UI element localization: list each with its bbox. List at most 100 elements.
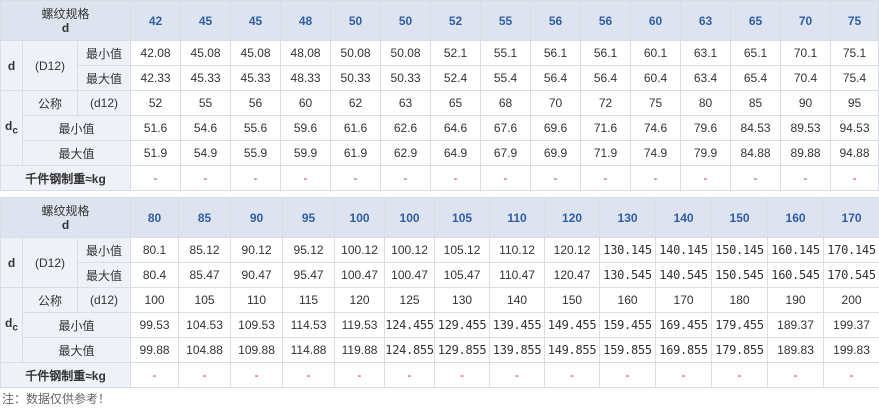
d-max-cell: 60.4 — [630, 65, 682, 91]
d-min-cell: 55.1 — [480, 40, 532, 66]
d-min-cell: 42.08 — [130, 40, 182, 66]
d-max-cell: 55.4 — [480, 65, 532, 91]
d-min-cell: 170.145 — [823, 237, 879, 263]
dc-max-cell: 114.88 — [282, 337, 336, 363]
weight-cell: - — [780, 165, 832, 191]
size-cell: 160 — [767, 197, 825, 238]
weight-cell: - — [230, 165, 282, 191]
min-label: 最小值 — [76, 40, 132, 66]
thread-spec-header: 螺纹规格 d — [0, 197, 132, 238]
dc-max-cell: 55.9 — [230, 140, 282, 166]
weight-cell: - — [599, 362, 657, 388]
size-cell: 50 — [380, 0, 432, 41]
d-min-row: d (D12) 最小值 42.08 45.08 45.08 48.08 50.0… — [0, 40, 879, 91]
d-min-cell: 140.145 — [655, 237, 713, 263]
dc-min-cell: 89.53 — [780, 115, 832, 141]
dc-nominal-cell: 80 — [680, 90, 732, 116]
dc-max-cell: 99.88 — [130, 337, 180, 363]
size-cell: 52 — [430, 0, 482, 41]
weight-cell: - — [630, 165, 682, 191]
d-max-cell: 120.47 — [544, 262, 601, 288]
d-max-cell: 75.4 — [830, 65, 879, 91]
d-max-cell: 100.47 — [334, 262, 386, 288]
d-min-cell: 160.145 — [767, 237, 825, 263]
dc-max-cell: 199.83 — [823, 337, 879, 363]
dc-nominal-cell: 180 — [711, 287, 769, 313]
d-max-cell: 50.33 — [380, 65, 432, 91]
d-min-cell: 130.145 — [599, 237, 657, 263]
weight-cell: - — [730, 165, 782, 191]
dc-max-cell: 79.9 — [680, 140, 732, 166]
d-max-cell: 100.47 — [384, 262, 436, 288]
d-max-cell: 45.33 — [180, 65, 232, 91]
weight-cell: - — [384, 362, 436, 388]
dc-max-cell: 169.855 — [655, 337, 713, 363]
dc-max-cell: 129.855 — [434, 337, 491, 363]
thread-spec-title: 螺纹规格 — [41, 6, 90, 21]
dc-min-cell: 79.6 — [680, 115, 732, 141]
dc-max-cell: 124.855 — [384, 337, 436, 363]
weight-cell: - — [280, 165, 332, 191]
dc-min-cell: 54.6 — [180, 115, 232, 141]
dc-min-cell: 51.6 — [130, 115, 182, 141]
nominal-label: 公称 — [22, 287, 78, 313]
d-min-cell: 50.08 — [380, 40, 432, 66]
weight-cell: - — [489, 362, 546, 388]
d-min-cell: 63.1 — [680, 40, 732, 66]
weight-cell: - — [380, 165, 432, 191]
spec-container: 螺纹规格 d 42 45 45 48 50 50 52 55 56 56 60 … — [0, 0, 879, 410]
dc-nominal-cell: 90 — [780, 90, 832, 116]
size-cell: 120 — [544, 197, 601, 238]
weight-cell: - — [655, 362, 713, 388]
max-label: 最大值 — [76, 262, 132, 288]
dc-min-cell: 119.53 — [334, 312, 386, 338]
dc-min-cell: 129.455 — [434, 312, 491, 338]
dc-nominal-cell: 65 — [430, 90, 482, 116]
spec-table-1: 螺纹规格 d 42 45 45 48 50 50 52 55 56 56 60 … — [0, 0, 879, 191]
dc-max-cell: 189.83 — [767, 337, 825, 363]
dc-max-cell: 51.9 — [130, 140, 182, 166]
d-max-row: 最大值 42.33 45.33 45.33 48.33 50.33 50.33 … — [1, 65, 879, 91]
dc-max-cell: 139.855 — [489, 337, 546, 363]
d-min-cell: 50.08 — [330, 40, 382, 66]
dc-max-row: 最大值 99.88 104.88 109.88 114.88 119.88 12… — [1, 337, 879, 363]
weight-row: 千件钢制重≈kg - - - - - - - - - - - - - - — [0, 362, 879, 388]
d-max-cell: 63.4 — [680, 65, 732, 91]
d-min-cell: 80.1 — [130, 237, 180, 263]
dc-min-cell: 71.6 — [580, 115, 632, 141]
dc-max-cell: 69.9 — [530, 140, 582, 166]
dc-nominal-cell: 95 — [830, 90, 879, 116]
weight-cell: - — [180, 165, 232, 191]
dc-nominal-cell: 62 — [330, 90, 382, 116]
dc-nominal-cell: 55 — [180, 90, 232, 116]
dc-max-cell: 119.88 — [334, 337, 386, 363]
max-label: 最大值 — [76, 65, 132, 91]
size-cell: 55 — [480, 0, 532, 41]
weight-cell: - — [480, 165, 532, 191]
dc-max-cell: 109.88 — [230, 337, 284, 363]
d-min-cell: 75.1 — [830, 40, 879, 66]
weight-cell: - — [711, 362, 769, 388]
d-max-cell: 65.4 — [730, 65, 782, 91]
d-max-cell: 45.33 — [230, 65, 282, 91]
dc-min-row: 最小值 51.6 54.6 55.6 59.6 61.6 62.6 64.6 6… — [1, 115, 879, 141]
size-cell: 140 — [655, 197, 713, 238]
weight-cell: - — [230, 362, 284, 388]
size-cell: 56 — [580, 0, 632, 41]
dc-max-cell: 149.855 — [544, 337, 601, 363]
dc-nominal-cell: 160 — [599, 287, 657, 313]
dc-nominal-row: dc 公称 (d12) 100 105 110 115 120 125 130 … — [0, 287, 879, 363]
dc-min-cell: 64.6 — [430, 115, 482, 141]
size-header-row: 螺纹规格 d 80 85 90 95 100 100 105 110 120 1… — [0, 197, 879, 238]
size-cell: 45 — [180, 0, 232, 41]
d-min-cell: 85.12 — [178, 237, 232, 263]
d-min-cell: 90.12 — [230, 237, 284, 263]
dc-nominal-cell: 68 — [480, 90, 532, 116]
d-min-cell: 105.12 — [434, 237, 491, 263]
dc-min-cell: 109.53 — [230, 312, 284, 338]
size-cell: 65 — [730, 0, 782, 41]
thread-spec-sub: d — [61, 20, 70, 35]
dc-nominal-cell: 85 — [730, 90, 782, 116]
weight-cell: - — [178, 362, 232, 388]
dc-nominal-cell: 56 — [230, 90, 282, 116]
